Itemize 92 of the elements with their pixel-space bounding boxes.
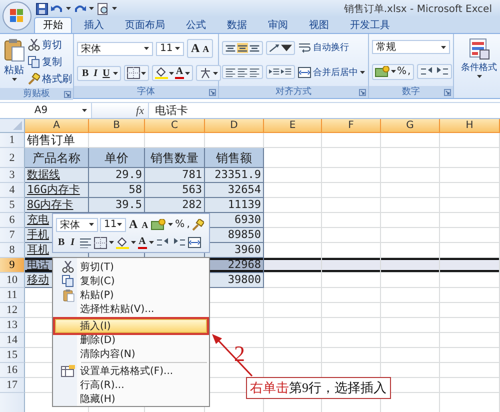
group-label: 数字	[402, 87, 420, 97]
font-size-dropdown[interactable]: 11	[156, 42, 184, 56]
group-label: 字体	[137, 87, 155, 97]
ribbon-tab[interactable]: 插入	[75, 17, 113, 33]
row-header[interactable]: 3	[0, 168, 25, 183]
row-header[interactable]: 16	[0, 363, 25, 378]
shrink-font-button[interactable]: A	[140, 220, 150, 230]
callout-text: 第9行，选择插入	[289, 380, 386, 395]
shrink-font-button[interactable]: A	[202, 44, 210, 54]
row-header[interactable]: 2	[0, 148, 25, 168]
grow-font-button[interactable]: A	[128, 217, 139, 232]
row-header[interactable]: 8	[0, 243, 25, 258]
row-header[interactable]: 6	[0, 213, 25, 228]
number-format-dropdown[interactable]: 常规	[372, 40, 450, 54]
ribbon-tab[interactable]: 数据	[218, 17, 256, 33]
table-cell: 282	[145, 198, 205, 213]
table-cell: 11139	[205, 198, 264, 213]
bold-button[interactable]: B	[80, 68, 91, 78]
row-header[interactable]: 4	[0, 183, 25, 198]
comma-button[interactable]: ,	[408, 66, 411, 78]
menu-item[interactable]: 选择性粘贴(V)...	[55, 302, 207, 316]
font-name-dropdown[interactable]: 宋体	[77, 42, 153, 56]
table-cell: 781	[145, 168, 205, 183]
row-header[interactable]: 5	[0, 198, 25, 213]
table-cell: 产品名称	[25, 148, 89, 168]
font-color-button[interactable]: A	[138, 236, 147, 249]
ribbon-tab[interactable]: 视图	[300, 17, 338, 33]
paste-button[interactable]: 粘贴	[3, 36, 25, 86]
group-label: 对齐方式	[276, 87, 312, 97]
column-header[interactable]: F	[322, 119, 381, 133]
cut-button[interactable]: 剪切	[28, 38, 72, 52]
italic-button[interactable]: I	[92, 68, 100, 78]
conditional-format-button[interactable]: 条件格式	[457, 36, 500, 84]
table-cell: 3960	[205, 243, 264, 258]
comma-button[interactable]: ,	[186, 219, 190, 230]
table-cell: 8G内存卡	[25, 198, 89, 213]
ribbon-tab[interactable]: 页面布局	[116, 17, 174, 33]
copy-button[interactable]: 复制	[28, 55, 72, 69]
row-header[interactable]: 17	[0, 378, 25, 393]
row-header[interactable]: 14	[0, 333, 25, 348]
table-cell: 数据线	[25, 168, 89, 183]
table-cell: 29.9	[89, 168, 145, 183]
menu-item[interactable]: 粘贴(P)	[55, 288, 207, 302]
insert-function-button[interactable]: fx	[136, 104, 144, 116]
row-header[interactable]: 13	[0, 318, 25, 333]
grow-font-button[interactable]: A	[190, 41, 201, 56]
row-header[interactable]: 9	[0, 258, 25, 273]
table-cell: 销售额	[205, 148, 264, 168]
menu-item[interactable]: 设置单元格格式(F)...	[55, 364, 207, 378]
table-cell: 销售数量	[145, 148, 205, 168]
menu-item[interactable]: 行高(R)...	[55, 378, 207, 392]
formula-input[interactable]: 电话卡	[149, 103, 500, 118]
column-header[interactable]: E	[264, 119, 322, 133]
table-cell: 58	[89, 183, 145, 198]
table-cell: 23351.9	[205, 168, 264, 183]
menu-item[interactable]: 插入(I)	[55, 319, 207, 333]
ribbon-tab[interactable]: 公式	[177, 17, 215, 33]
font-color-button[interactable]: A	[174, 67, 184, 79]
percent-button[interactable]: %	[175, 219, 185, 230]
table-cell: 单价	[89, 148, 145, 168]
group-label: 剪贴板	[23, 89, 50, 99]
callout-text: 右单击	[250, 380, 289, 395]
column-header[interactable]: B	[89, 119, 145, 133]
underline-button[interactable]: U	[100, 68, 112, 78]
wrap-text-button[interactable]: 自动换行	[298, 41, 349, 54]
row-header[interactable]: 12	[0, 303, 25, 318]
ribbon-tab[interactable]: 开始	[34, 17, 72, 33]
column-header[interactable]: H	[440, 119, 500, 133]
row-header[interactable]: 7	[0, 228, 25, 243]
merge-center-button[interactable]: 合并后居中	[298, 66, 365, 79]
menu-item[interactable]: 清除内容(N)	[55, 347, 207, 361]
column-header[interactable]: C	[145, 119, 205, 133]
column-header[interactable]: G	[381, 119, 440, 133]
font-name-dropdown[interactable]: 宋体	[56, 218, 98, 232]
table-cell: 16G内存卡	[25, 183, 89, 198]
format-painter-button[interactable]: 格式刷	[28, 72, 72, 86]
row-header[interactable]: 15	[0, 348, 25, 363]
menu-item[interactable]: 删除(D)	[55, 333, 207, 347]
column-header[interactable]: D	[205, 119, 264, 133]
row-header[interactable]: 10	[0, 273, 25, 288]
row-header[interactable]: 11	[0, 288, 25, 303]
ribbon-tab[interactable]: 审阅	[259, 17, 297, 33]
table-cell: 39.5	[89, 198, 145, 213]
table-cell: 563	[145, 183, 205, 198]
row-header[interactable]: 1	[0, 133, 25, 148]
percent-button[interactable]: %	[397, 66, 407, 78]
table-cell: 32654	[205, 183, 264, 198]
column-header[interactable]: A	[25, 119, 89, 133]
menu-item[interactable]: 隐藏(H)	[55, 392, 207, 406]
window-title: 销售订单.xlsx - Microsoft Excel	[344, 2, 492, 16]
font-size-dropdown[interactable]: 11	[100, 218, 126, 232]
ribbon-tab[interactable]: 开发工具	[341, 17, 399, 33]
